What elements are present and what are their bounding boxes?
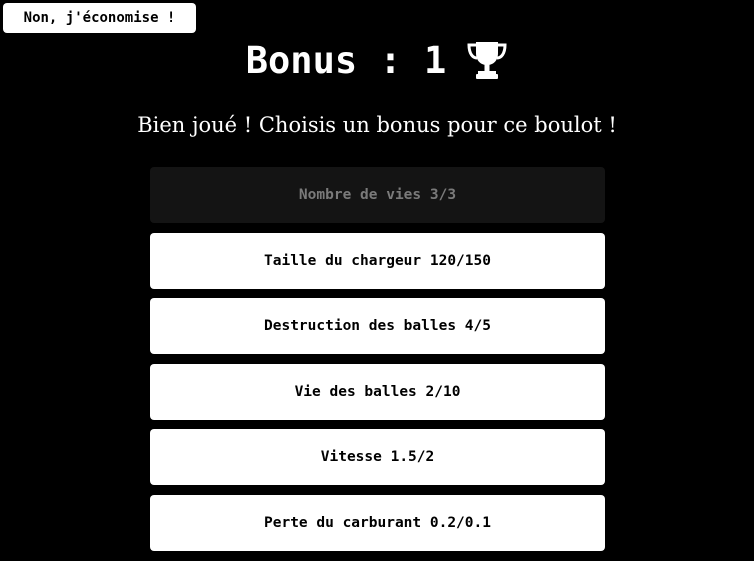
bonus-option-label: Perte du carburant 0.2/0.1 bbox=[264, 514, 491, 531]
bonus-title: Bonus : 1 bbox=[0, 34, 754, 86]
bonus-option-bullet-destruction[interactable]: Destruction des balles 4/5 bbox=[150, 298, 605, 354]
bonus-label: Bonus : bbox=[245, 38, 424, 82]
bonus-option-label: Destruction des balles 4/5 bbox=[264, 318, 491, 334]
bonus-option-speed[interactable]: Vitesse 1.5/2 bbox=[150, 429, 605, 485]
bonus-options-list: Nombre de vies 3/3 Taille du chargeur 12… bbox=[150, 167, 605, 560]
bonus-option-fuel-loss[interactable]: Perte du carburant 0.2/0.1 bbox=[150, 494, 605, 551]
bonus-count: 1 bbox=[423, 38, 447, 82]
bonus-option-label: Nombre de vies 3/3 bbox=[298, 187, 457, 203]
bonus-option-label: Vie des balles 2/10 bbox=[294, 383, 461, 400]
bonus-option-label: Taille du chargeur 120/150 bbox=[264, 252, 491, 269]
bonus-option-bullet-life[interactable]: Vie des balles 2/10 bbox=[150, 363, 605, 420]
bonus-option-label: Vitesse 1.5/2 bbox=[320, 449, 435, 465]
bonus-option-lives: Nombre de vies 3/3 bbox=[150, 167, 605, 223]
skip-bonus-button[interactable]: Non, j'économise ! bbox=[3, 3, 196, 33]
bonus-option-magazine-size[interactable]: Taille du chargeur 120/150 bbox=[150, 232, 605, 289]
trophy-icon bbox=[467, 42, 507, 79]
instruction-text: Bien joué ! Choisis un bonus pour ce bou… bbox=[137, 113, 617, 137]
